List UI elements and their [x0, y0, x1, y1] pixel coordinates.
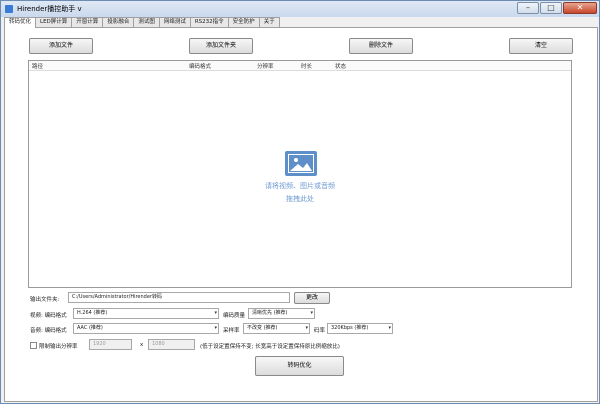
convert-button[interactable]: 转码优化 — [255, 356, 344, 376]
video-quality-value: 清晰优先 (推荐) — [252, 310, 288, 316]
audio-codec-select[interactable]: AAC (推荐) ▾ — [73, 323, 219, 334]
title-bar: Hirender播控助手 v – □ ✕ — [1, 1, 599, 17]
column-resolution[interactable]: 分辨率 — [257, 62, 274, 70]
chevron-down-icon: ▾ — [214, 310, 217, 316]
limit-resolution-checkbox[interactable] — [30, 342, 37, 349]
bitrate-select[interactable]: 320Kbps (推荐) ▾ — [327, 323, 393, 334]
column-codec[interactable]: 编码格式 — [189, 62, 211, 70]
resolution-width-field[interactable]: 1920 — [89, 339, 132, 350]
resolution-height-field[interactable]: 1080 — [148, 339, 195, 350]
drop-hint-line1: 请将视频、图片或音频 — [265, 182, 335, 190]
bitrate-label: 码率 — [314, 328, 326, 334]
video-codec-value: H.264 (推荐) — [77, 310, 108, 316]
drop-hint-line2: 拖拽此处 — [286, 195, 314, 203]
bitrate-value: 320Kbps (推荐) — [331, 325, 369, 331]
chevron-down-icon: ▾ — [310, 310, 313, 316]
add-file-button[interactable]: 添加文件 — [29, 38, 93, 54]
samplerate-select[interactable]: 不改变 (推荐) ▾ — [243, 323, 310, 334]
tab-security[interactable]: 安全防护 — [227, 17, 260, 27]
chevron-down-icon: ▾ — [214, 325, 217, 331]
video-quality-select[interactable]: 清晰优先 (推荐) ▾ — [248, 308, 315, 319]
minimize-icon[interactable]: – — [517, 2, 539, 14]
output-folder-field[interactable]: C:/Users/Administrator/Hirender转码 — [68, 292, 290, 303]
audio-codec-value: AAC (推荐) — [77, 325, 103, 331]
app-icon — [5, 5, 13, 13]
video-codec-select[interactable]: H.264 (推荐) ▾ — [73, 308, 219, 319]
app-window: Hirender播控助手 v – □ ✕ 转码优化 LED屏计算 开窗计算 投影… — [0, 0, 600, 404]
delete-file-button[interactable]: 删除文件 — [349, 38, 413, 54]
close-icon[interactable]: ✕ — [563, 2, 597, 14]
limit-resolution-label: 限制输出分辨率 — [39, 344, 78, 350]
tab-about[interactable]: 关于 — [258, 17, 280, 27]
column-path[interactable]: 路径 — [32, 62, 43, 70]
image-icon — [285, 151, 317, 176]
chevron-down-icon: ▾ — [305, 325, 308, 331]
output-folder-label: 输出文件夹: — [30, 297, 60, 303]
tab-projection-blend[interactable]: 投影融合 — [102, 17, 135, 27]
tab-network-test[interactable]: 网络测试 — [158, 17, 191, 27]
samplerate-label: 采样率 — [223, 328, 240, 334]
change-folder-button[interactable]: 更改 — [294, 292, 330, 304]
tab-window-calc[interactable]: 开窗计算 — [71, 17, 104, 27]
resolution-note: (低于设定置保持不变; 长宽高于设定置保持原比例缩放比) — [200, 344, 340, 350]
column-duration[interactable]: 时长 — [301, 62, 312, 70]
chevron-down-icon: ▾ — [388, 325, 391, 331]
samplerate-value: 不改变 (推荐) — [247, 325, 278, 331]
file-table[interactable]: 路径 编码格式 分辨率 时长 状态 请将视频、图片或音频 拖拽此处 — [28, 60, 572, 288]
maximize-icon[interactable]: □ — [540, 2, 562, 14]
tab-test-pattern[interactable]: 测试图 — [133, 17, 160, 27]
audio-codec-label: 音频: 编码格式 — [30, 328, 67, 334]
clear-button[interactable]: 清空 — [509, 38, 573, 54]
video-quality-label: 编码质量 — [223, 313, 246, 319]
column-status[interactable]: 状态 — [335, 62, 346, 70]
video-codec-label: 视频: 编码格式 — [30, 313, 67, 319]
resolution-separator: x — [140, 342, 144, 348]
tab-rs232[interactable]: RS232指令 — [189, 17, 229, 27]
table-header: 路径 编码格式 分辨率 时长 状态 — [29, 61, 571, 71]
add-folder-button[interactable]: 添加文件夹 — [189, 38, 253, 54]
window-title: Hirender播控助手 v — [17, 5, 82, 13]
tab-transcode[interactable]: 转码优化 — [4, 17, 37, 28]
tab-bar: 转码优化 LED屏计算 开窗计算 投影融合 测试图 网络测试 RS232指令 安… — [4, 17, 280, 28]
tab-led-calc[interactable]: LED屏计算 — [35, 17, 73, 27]
